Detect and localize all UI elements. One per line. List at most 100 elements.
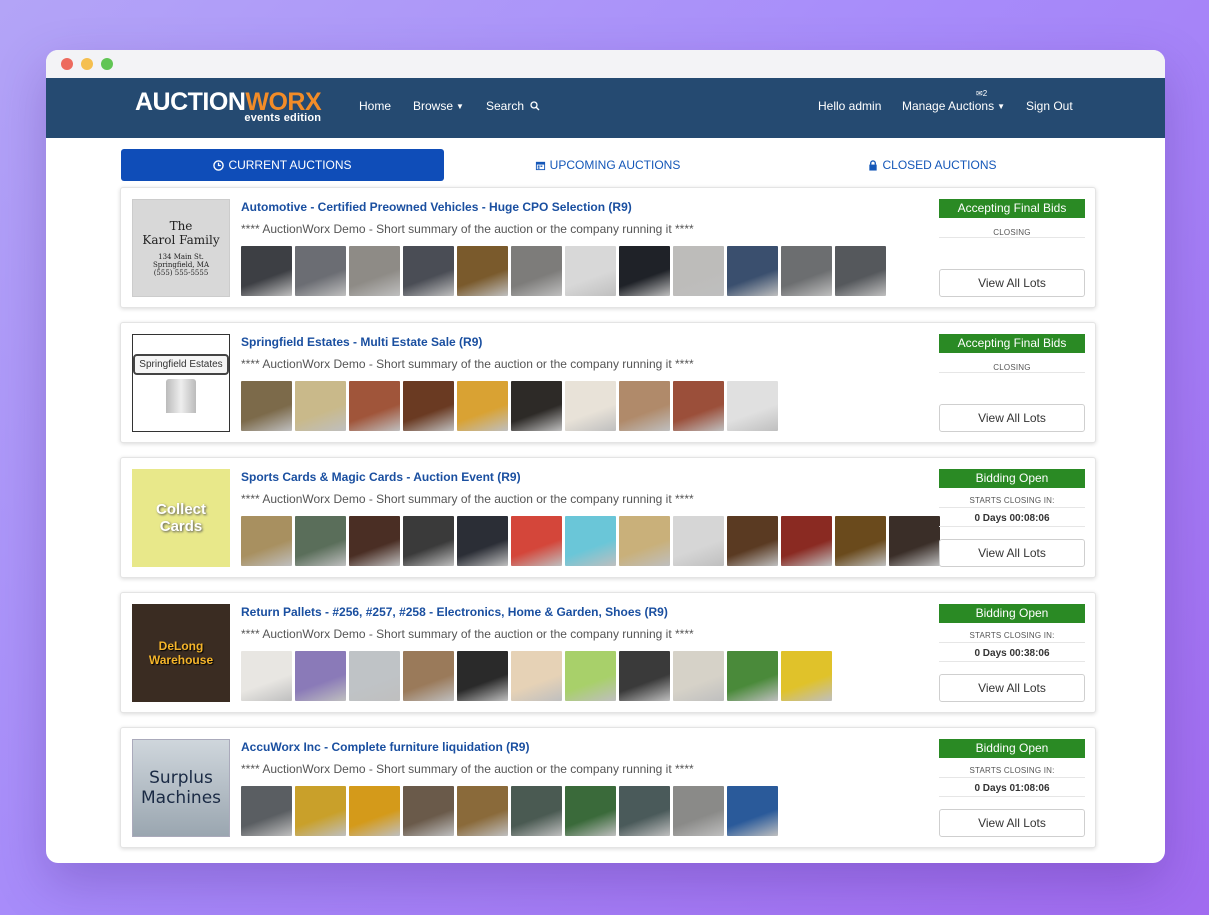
- lot-thumbnail[interactable]: [781, 516, 832, 566]
- auction-status-badge: Accepting Final Bids: [939, 199, 1085, 218]
- auction-logo-thumbnail[interactable]: DeLong Warehouse: [132, 604, 230, 702]
- lot-thumbnail[interactable]: [241, 381, 292, 431]
- lot-thumbnail[interactable]: [295, 651, 346, 701]
- tab-upcoming-auctions[interactable]: UPCOMING AUCTIONS: [446, 149, 769, 181]
- lot-thumbnail[interactable]: [403, 381, 454, 431]
- lot-thumbnail[interactable]: [511, 381, 562, 431]
- status-subtitle: STARTS CLOSING IN:: [969, 631, 1055, 640]
- view-all-lots-button[interactable]: View All Lots: [939, 539, 1085, 567]
- lot-thumbnail[interactable]: [781, 651, 832, 701]
- lot-thumbnails: [241, 651, 832, 701]
- maximize-window-dot[interactable]: [101, 58, 113, 70]
- tab-current-auctions[interactable]: CURRENT AUCTIONS: [121, 149, 444, 181]
- nav-home-link[interactable]: Home: [359, 99, 391, 113]
- lot-thumbnail[interactable]: [619, 246, 670, 296]
- lot-thumbnail[interactable]: [241, 246, 292, 296]
- lot-thumbnail[interactable]: [403, 786, 454, 836]
- divider: [939, 796, 1085, 797]
- lot-thumbnail[interactable]: [727, 786, 778, 836]
- lot-thumbnail[interactable]: [403, 516, 454, 566]
- lot-thumbnail[interactable]: [511, 246, 562, 296]
- logo-subtitle: events edition: [244, 112, 322, 124]
- auction-status-badge: Bidding Open: [939, 604, 1085, 623]
- lot-thumbnail[interactable]: [511, 516, 562, 566]
- lot-thumbnail[interactable]: [619, 381, 670, 431]
- lot-thumbnail[interactable]: [403, 246, 454, 296]
- lot-thumbnail[interactable]: [619, 651, 670, 701]
- view-all-lots-button[interactable]: View All Lots: [939, 809, 1085, 837]
- lot-thumbnail[interactable]: [295, 786, 346, 836]
- lot-thumbnail[interactable]: [835, 516, 886, 566]
- lot-thumbnail[interactable]: [673, 786, 724, 836]
- nav-manage-label: Manage Auctions: [902, 99, 995, 113]
- auction-logo-thumbnail[interactable]: The Karol Family 134 Main St. Springfiel…: [132, 199, 230, 297]
- lot-thumbnail[interactable]: [565, 381, 616, 431]
- view-all-lots-button[interactable]: View All Lots: [939, 269, 1085, 297]
- lot-thumbnail[interactable]: [673, 651, 724, 701]
- status-subtitle: STARTS CLOSING IN:: [969, 496, 1055, 505]
- lot-thumbnail[interactable]: [889, 516, 940, 566]
- lot-thumbnail[interactable]: [349, 651, 400, 701]
- lot-thumbnail[interactable]: [727, 246, 778, 296]
- lot-thumbnail[interactable]: [511, 786, 562, 836]
- lot-thumbnail[interactable]: [295, 246, 346, 296]
- lot-thumbnail[interactable]: [349, 516, 400, 566]
- lot-thumbnail[interactable]: [565, 516, 616, 566]
- lot-thumbnail[interactable]: [457, 381, 508, 431]
- auction-title-link[interactable]: Sports Cards & Magic Cards - Auction Eve…: [241, 470, 521, 484]
- mail-badge[interactable]: ✉2: [976, 89, 987, 98]
- auction-logo-thumbnail[interactable]: Collect Cards: [132, 469, 230, 567]
- auction-logo-thumbnail[interactable]: Surplus Machines: [132, 739, 230, 837]
- auction-title-link[interactable]: Automotive - Certified Preowned Vehicles…: [241, 200, 632, 214]
- nav-signout-link[interactable]: Sign Out: [1026, 99, 1073, 113]
- auction-tabs: CURRENT AUCTIONS UPCOMING AUCTIONS CLOSE…: [46, 138, 1165, 181]
- lot-thumbnail[interactable]: [565, 786, 616, 836]
- lot-thumbnail[interactable]: [403, 651, 454, 701]
- auction-title-link[interactable]: Return Pallets - #256, #257, #258 - Elec…: [241, 605, 668, 619]
- view-all-lots-button[interactable]: View All Lots: [939, 404, 1085, 432]
- lot-thumbnail[interactable]: [295, 516, 346, 566]
- lot-thumbnail[interactable]: [457, 786, 508, 836]
- lot-thumbnail[interactable]: [673, 246, 724, 296]
- lot-thumbnail[interactable]: [457, 516, 508, 566]
- lot-thumbnail[interactable]: [241, 516, 292, 566]
- envelope-icon: ✉: [976, 89, 983, 98]
- lot-thumbnail[interactable]: [565, 246, 616, 296]
- nav-manage-auctions-dropdown[interactable]: Manage Auctions ▼: [902, 99, 1005, 113]
- lot-thumbnail[interactable]: [457, 651, 508, 701]
- brand-logo[interactable]: AUCTIONWORX events edition: [135, 90, 322, 124]
- lot-thumbnail[interactable]: [349, 246, 400, 296]
- lot-thumbnail[interactable]: [349, 786, 400, 836]
- lot-thumbnail[interactable]: [511, 651, 562, 701]
- tab-closed-auctions[interactable]: CLOSED AUCTIONS: [771, 149, 1094, 181]
- minimize-window-dot[interactable]: [81, 58, 93, 70]
- lot-thumbnail[interactable]: [241, 651, 292, 701]
- auction-title-link[interactable]: AccuWorx Inc - Complete furniture liquid…: [241, 740, 529, 754]
- lot-thumbnail[interactable]: [673, 516, 724, 566]
- tab-current-label: CURRENT AUCTIONS: [228, 158, 352, 172]
- lot-thumbnail[interactable]: [781, 246, 832, 296]
- lot-thumbnail[interactable]: [727, 381, 778, 431]
- lot-thumbnail[interactable]: [349, 381, 400, 431]
- lot-thumbnail[interactable]: [457, 246, 508, 296]
- divider: [939, 642, 1085, 643]
- lot-thumbnail[interactable]: [619, 786, 670, 836]
- lock-icon: [869, 159, 878, 171]
- thumb-line: Karol Family: [142, 233, 220, 247]
- lot-thumbnail[interactable]: [241, 786, 292, 836]
- lot-thumbnail[interactable]: [727, 516, 778, 566]
- auction-title-link[interactable]: Springfield Estates - Multi Estate Sale …: [241, 335, 482, 349]
- auction-logo-thumbnail[interactable]: Springfield Estates: [132, 334, 230, 432]
- nav-browse-label: Browse: [413, 99, 454, 113]
- lot-thumbnail[interactable]: [727, 651, 778, 701]
- nav-browse-dropdown[interactable]: Browse ▼: [413, 99, 464, 113]
- view-all-lots-button[interactable]: View All Lots: [939, 674, 1085, 702]
- close-window-dot[interactable]: [61, 58, 73, 70]
- thumb-line: Springfield, MA: [152, 261, 210, 269]
- lot-thumbnail[interactable]: [295, 381, 346, 431]
- lot-thumbnail[interactable]: [619, 516, 670, 566]
- nav-search-link[interactable]: Search: [486, 99, 540, 113]
- lot-thumbnail[interactable]: [673, 381, 724, 431]
- lot-thumbnail[interactable]: [835, 246, 886, 296]
- lot-thumbnail[interactable]: [565, 651, 616, 701]
